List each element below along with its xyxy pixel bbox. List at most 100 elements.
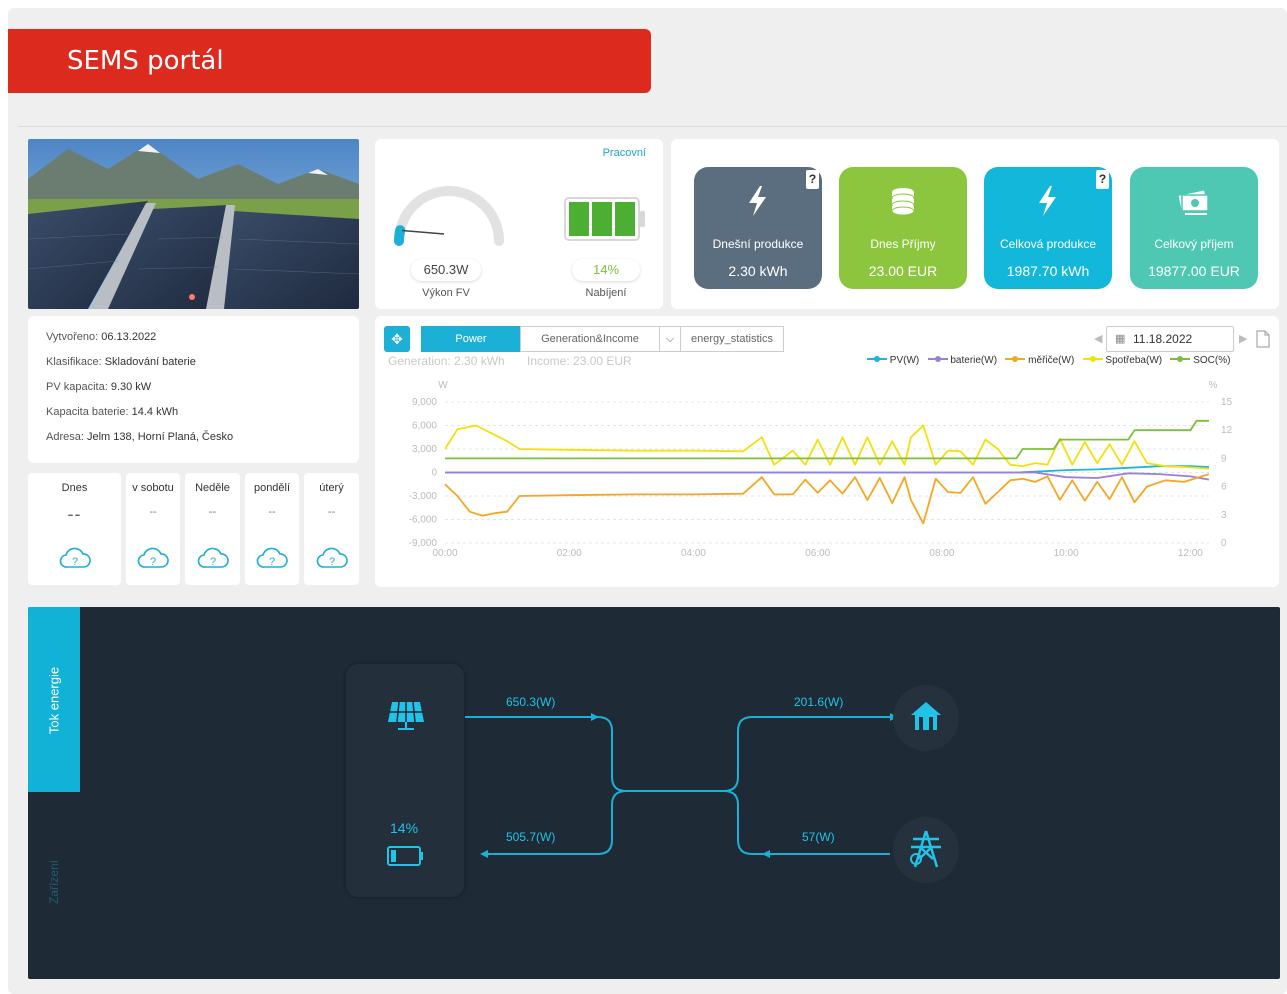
pv-power-label: Výkon FV bbox=[422, 287, 470, 299]
y-axis-unit: W bbox=[438, 380, 448, 391]
battery-flow-value: 505.7(W) bbox=[506, 830, 556, 844]
series-line-měřiče-w- bbox=[444, 473, 1210, 525]
battery-capacity-label: Kapacita baterie: bbox=[46, 406, 129, 418]
weather-day-value: -- bbox=[149, 506, 157, 518]
svg-text:?: ? bbox=[150, 556, 156, 568]
cash-icon bbox=[1178, 190, 1209, 215]
pv-flow-value: 650.3(W) bbox=[506, 695, 556, 709]
battery-capacity-row: Kapacita baterie: 14.4 kWh bbox=[46, 403, 341, 428]
weather-day-value: -- bbox=[268, 506, 276, 518]
y-tick-label: 0 bbox=[431, 468, 437, 479]
help-icon[interactable]: ? bbox=[806, 170, 819, 189]
weather-day: Neděle -- ? bbox=[185, 473, 240, 585]
kpi-value: 2.30 kWh bbox=[728, 263, 788, 279]
battery-soc-flow: 14% bbox=[390, 820, 419, 836]
weather-day-value: -- bbox=[208, 506, 217, 518]
kpi-value: 19877.00 EUR bbox=[1148, 263, 1240, 279]
pv-capacity-value: 9.30 kW bbox=[110, 381, 152, 393]
weather-day: v sobotu -- ? bbox=[126, 473, 180, 585]
y2-tick-label: 6 bbox=[1221, 482, 1227, 493]
status-label: Pracovní bbox=[602, 147, 646, 159]
weather-day-value: -- bbox=[67, 504, 82, 524]
classification-label: Klasifikace: bbox=[46, 356, 102, 368]
series-line-spotřeba-w- bbox=[444, 424, 1210, 470]
y2-tick-label: 0 bbox=[1221, 538, 1227, 549]
energy-flow-lines bbox=[465, 713, 898, 858]
kpi-label: Dnes Příjmy bbox=[870, 237, 936, 251]
plant-info-card: Vytvořeno: 06.13.2022 Klasifikace: Sklad… bbox=[28, 316, 359, 463]
solar-panel-icon bbox=[388, 701, 424, 730]
cloud-question-icon: ? bbox=[137, 547, 169, 568]
classification-row: Klasifikace: Skladování baterie bbox=[46, 353, 341, 378]
y2-axis-unit: % bbox=[1209, 380, 1218, 391]
kpi-tiles-card: ? Dnešní produkce 2.30 kWh Dnes Příjmy 2… bbox=[671, 139, 1279, 309]
x-tick-label: 04:00 bbox=[681, 548, 706, 559]
x-tick-label: 06:00 bbox=[805, 548, 830, 559]
svg-text:?: ? bbox=[269, 556, 275, 568]
kpi-tile: ? Celková produkce 1987.70 kWh bbox=[984, 167, 1112, 289]
weather-day-name: pondělí bbox=[253, 482, 291, 494]
kpi-label: Celková produkce bbox=[999, 237, 1097, 251]
created-label: Vytvořeno: bbox=[46, 331, 99, 343]
battery-soc-label: Nabíjení bbox=[585, 287, 627, 299]
portal-title: SEMS portál bbox=[67, 46, 224, 76]
grid-flow-value: 57(W) bbox=[802, 830, 835, 844]
divider bbox=[18, 126, 1287, 127]
pv-capacity-row: PV kapacita: 9.30 kW bbox=[46, 378, 341, 403]
x-tick-label: 08:00 bbox=[929, 548, 954, 559]
y-tick-label: 9,000 bbox=[412, 397, 437, 408]
y-tick-label: 3,000 bbox=[412, 444, 437, 455]
home-icon bbox=[911, 702, 941, 730]
weather-day: úterý -- ? bbox=[304, 473, 359, 585]
gauge-fill bbox=[393, 225, 406, 246]
battery-capacity-value: 14.4 kWh bbox=[131, 406, 179, 418]
weather-day: pondělí -- ? bbox=[245, 473, 299, 585]
created-row: Vytvořeno: 06.13.2022 bbox=[46, 328, 341, 353]
x-tick-label: 10:00 bbox=[1054, 548, 1079, 559]
address-label: Adresa: bbox=[46, 431, 84, 443]
y-tick-label: -6,000 bbox=[409, 515, 438, 526]
battery-icon bbox=[564, 197, 645, 241]
kpi-tile: Celkový příjem 19877.00 EUR bbox=[1130, 167, 1258, 289]
kpi-value: 23.00 EUR bbox=[868, 263, 938, 279]
kpi-tile: Dnes Příjmy 23.00 EUR bbox=[839, 167, 967, 289]
grid-tower-icon bbox=[910, 830, 941, 868]
x-tick-label: 00:00 bbox=[432, 548, 457, 559]
kpi-tile: ? Dnešní produkce 2.30 kWh bbox=[694, 167, 822, 289]
battery-soc-value: 14% bbox=[572, 259, 640, 281]
address-value: Jelm 138, Horní Planá, Česko bbox=[86, 431, 234, 443]
battery-icon bbox=[387, 846, 423, 866]
weather-day: Dnes -- ? bbox=[28, 473, 121, 585]
kpi-value: 1987.70 kWh bbox=[1006, 263, 1090, 279]
bolt-icon bbox=[1039, 186, 1056, 216]
energy-flow-panel: Tok energie Zařízení 14% 650.3(W) 201.6(… bbox=[28, 607, 1280, 979]
series-line-soc- bbox=[445, 419, 1209, 460]
cloud-question-icon: ? bbox=[256, 547, 288, 568]
y-tick-label: -3,000 bbox=[409, 491, 438, 502]
x-tick-label: 02:00 bbox=[557, 548, 582, 559]
weather-day-value: -- bbox=[327, 506, 336, 518]
help-icon[interactable]: ? bbox=[1096, 170, 1109, 189]
series-line-baterie-w- bbox=[445, 471, 1210, 481]
power-line-chart: W %9,0006,0003,0000-3,000-6,000-9,0001512… bbox=[409, 380, 1233, 559]
classification-value: Skladování baterie bbox=[104, 356, 196, 368]
weather-day-name: úterý bbox=[319, 482, 344, 494]
address-row: Adresa: Jelm 138, Horní Planá, Česko bbox=[46, 428, 341, 453]
svg-text:?: ? bbox=[328, 556, 334, 568]
kpi-label: Dnešní produkce bbox=[712, 237, 804, 251]
series-line-pv-w- bbox=[445, 465, 1210, 474]
weather-day-name: Neděle bbox=[195, 482, 230, 494]
cloud-question-icon: ? bbox=[316, 547, 348, 568]
plant-photo bbox=[28, 139, 359, 309]
gauge-needle bbox=[402, 229, 445, 235]
coins-icon bbox=[891, 188, 915, 216]
home-flow-value: 201.6(W) bbox=[794, 695, 844, 709]
pv-power-gauge bbox=[393, 186, 504, 246]
pv-power-value: 650.3W bbox=[411, 259, 481, 281]
weather-day-name: Dnes bbox=[61, 482, 88, 494]
bolt-icon bbox=[749, 186, 766, 216]
power-chart-card: ✥ Power Generation&Income ⌵ energy_stati… bbox=[375, 316, 1279, 587]
cloud-question-icon: ? bbox=[59, 547, 91, 568]
y2-tick-label: 3 bbox=[1221, 510, 1227, 521]
power-gauge-card: Pracovní 650.3W Výkon FV 14% Nabíjení bbox=[375, 139, 663, 309]
